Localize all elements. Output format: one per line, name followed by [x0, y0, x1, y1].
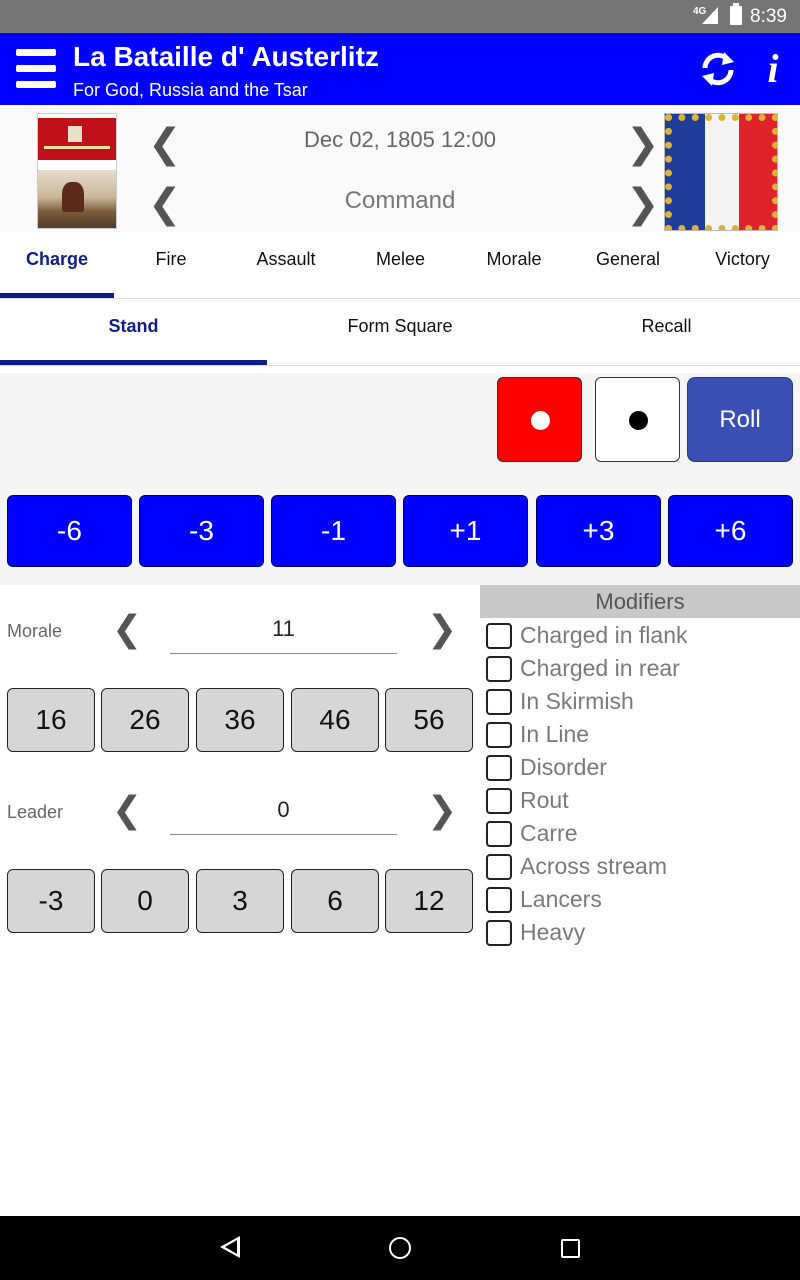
modifier-label: Disorder — [520, 754, 607, 780]
tab-charge[interactable]: Charge — [0, 232, 114, 298]
modifier-minus-3-button[interactable]: -3 — [139, 495, 264, 567]
checkbox-icon[interactable] — [486, 887, 512, 913]
morale-option-button[interactable]: 56 — [385, 688, 473, 752]
leader-option-button[interactable]: 6 — [291, 869, 379, 933]
modifier-checkbox-carre[interactable]: Carre — [486, 818, 800, 851]
modifier-label: Heavy — [520, 919, 586, 945]
menu-icon[interactable] — [16, 47, 58, 91]
checkbox-icon[interactable] — [486, 623, 512, 649]
morale-label: Morale — [7, 621, 63, 641]
home-icon[interactable] — [389, 1237, 411, 1259]
modifier-checkbox-across-stream[interactable]: Across stream — [486, 851, 800, 884]
morale-option-button[interactable]: 36 — [196, 688, 284, 752]
main-tabs: Charge Fire Assault Melee Morale General… — [0, 232, 800, 299]
modifier-minus-6-button[interactable]: -6 — [7, 495, 132, 567]
leader-label: Leader — [7, 802, 64, 822]
die-pip — [531, 411, 550, 430]
subtab-recall[interactable]: Recall — [533, 299, 800, 365]
modifier-checkbox-lancers[interactable]: Lancers — [486, 884, 800, 917]
leader-value[interactable]: 0 — [170, 793, 397, 835]
modifier-label: Charged in flank — [520, 622, 688, 648]
tab-fire[interactable]: Fire — [114, 232, 228, 298]
morale-option-button[interactable]: 16 — [7, 688, 95, 752]
phase-prev-button[interactable]: ❮ — [148, 182, 182, 226]
checkbox-icon[interactable] — [486, 689, 512, 715]
subtab-stand[interactable]: Stand — [0, 299, 267, 365]
date-next-button[interactable]: ❯ — [626, 122, 660, 166]
turn-header: ❮ Dec 02, 1805 12:00 ❯ ❮ Command ❯ — [0, 105, 800, 232]
die-pip — [629, 411, 648, 430]
modifier-plus-1-button[interactable]: +1 — [403, 495, 528, 567]
modifiers-title: Modifiers — [480, 585, 800, 618]
modifier-checkbox-charged-in-flank[interactable]: Charged in flank — [486, 620, 800, 653]
app-title: La Bataille d' Austerlitz — [73, 41, 379, 72]
system-nav-bar — [0, 1216, 800, 1280]
checkbox-icon[interactable] — [486, 920, 512, 946]
leader-decrement-button[interactable]: ❮ — [112, 791, 142, 831]
leader-option-button[interactable]: -3 — [7, 869, 95, 933]
modifier-label: Charged in rear — [520, 655, 680, 681]
modifier-minus-1-button[interactable]: -1 — [271, 495, 396, 567]
white-die[interactable] — [595, 377, 680, 462]
checkbox-icon[interactable] — [486, 821, 512, 847]
tab-victory[interactable]: Victory — [685, 232, 800, 298]
recent-apps-icon[interactable] — [561, 1239, 580, 1258]
modifier-checkbox-rout[interactable]: Rout — [486, 785, 800, 818]
modifier-label: Carre — [520, 820, 578, 846]
red-die[interactable] — [497, 377, 582, 462]
modifier-label: In Line — [520, 721, 590, 747]
tab-indicator — [0, 293, 114, 298]
roll-button[interactable]: Roll — [687, 377, 793, 462]
checkbox-icon[interactable] — [486, 788, 512, 814]
modifier-plus-3-button[interactable]: +3 — [536, 495, 661, 567]
tab-morale[interactable]: Morale — [457, 232, 571, 298]
leader-increment-button[interactable]: ❯ — [427, 791, 457, 831]
modifier-checkbox-heavy[interactable]: Heavy — [486, 917, 800, 950]
modifier-checkbox-disorder[interactable]: Disorder — [486, 752, 800, 785]
phase-next-button[interactable]: ❯ — [626, 182, 660, 226]
regimental-flag-image — [664, 113, 778, 231]
phase-display: Command — [344, 187, 456, 214]
sub-tabs: Stand Form Square Recall — [0, 299, 800, 366]
morale-increment-button[interactable]: ❯ — [427, 610, 457, 650]
subtab-indicator — [0, 360, 267, 365]
modifier-checkbox-in-skirmish[interactable]: In Skirmish — [486, 686, 800, 719]
morale-value[interactable]: 11 — [170, 612, 397, 654]
modifier-label: Rout — [520, 787, 569, 813]
morale-option-button[interactable]: 46 — [291, 688, 379, 752]
app-subtitle: For God, Russia and the Tsar — [73, 80, 308, 100]
date-prev-button[interactable]: ❮ — [148, 122, 182, 166]
date-display: Dec 02, 1805 12:00 — [303, 127, 497, 152]
checkbox-icon[interactable] — [486, 722, 512, 748]
checkbox-icon[interactable] — [486, 854, 512, 880]
dice-panel: Roll -6 -3 -1 +1 +3 +6 — [0, 373, 800, 585]
tab-assault[interactable]: Assault — [228, 232, 344, 298]
modifier-label: Across stream — [520, 853, 667, 879]
modifier-label: In Skirmish — [520, 688, 634, 714]
modifier-checkbox-in-line[interactable]: In Line — [486, 719, 800, 752]
subtab-form-square[interactable]: Form Square — [267, 299, 533, 365]
app-bar: La Bataille d' Austerlitz For God, Russi… — [0, 33, 800, 105]
leader-option-button[interactable]: 0 — [101, 869, 189, 933]
battery-icon — [730, 3, 742, 25]
signal-icon — [702, 7, 718, 24]
game-box-image — [37, 113, 117, 229]
morale-option-button[interactable]: 26 — [101, 688, 189, 752]
checkbox-icon[interactable] — [486, 656, 512, 682]
checkbox-icon[interactable] — [486, 755, 512, 781]
leader-option-button[interactable]: 3 — [196, 869, 284, 933]
status-time: 8:39 — [750, 6, 787, 27]
tab-melee[interactable]: Melee — [344, 232, 457, 298]
refresh-icon[interactable] — [698, 49, 738, 89]
tab-general[interactable]: General — [571, 232, 685, 298]
status-bar: 4G 8:39 — [0, 0, 800, 33]
back-icon[interactable] — [220, 1236, 240, 1258]
info-icon[interactable]: i — [760, 47, 786, 91]
modifier-checkbox-charged-in-rear[interactable]: Charged in rear — [486, 653, 800, 686]
modifier-label: Lancers — [520, 886, 602, 912]
leader-option-button[interactable]: 12 — [385, 869, 473, 933]
morale-decrement-button[interactable]: ❮ — [112, 610, 142, 650]
modifier-plus-6-button[interactable]: +6 — [668, 495, 793, 567]
